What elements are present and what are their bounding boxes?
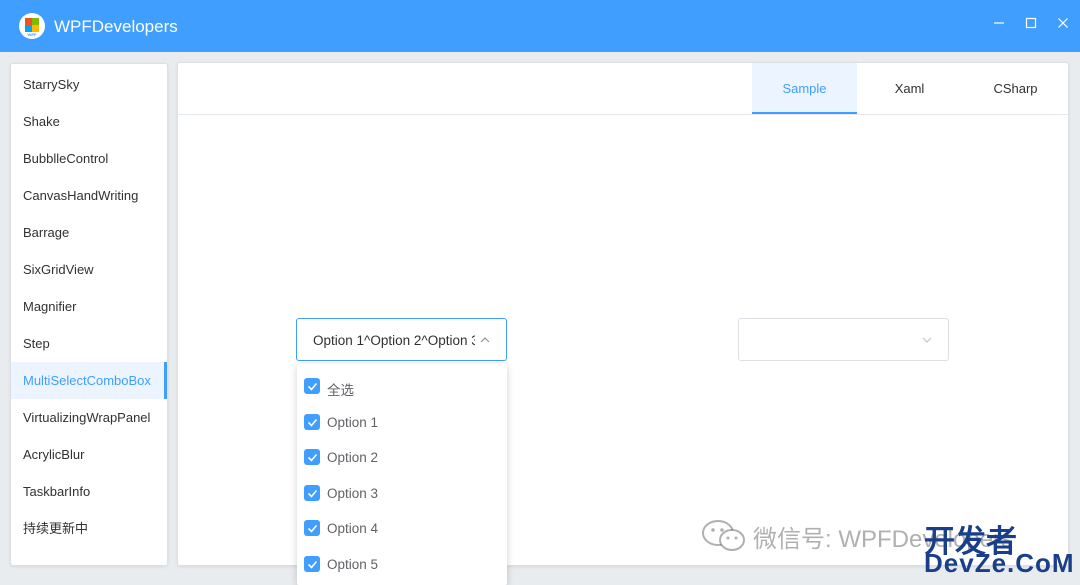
option-label: 全选 — [327, 383, 354, 398]
sidebar-item-step[interactable]: Step — [11, 325, 167, 362]
checkbox[interactable] — [304, 556, 320, 572]
sidebar-item-six-grid-view[interactable]: SixGridView — [11, 251, 167, 288]
sidebar-item-bubblle-control[interactable]: BubblleControl — [11, 140, 167, 177]
option-4[interactable]: Option 4 — [297, 506, 507, 541]
checkbox[interactable] — [304, 449, 320, 465]
chevron-down-icon — [922, 337, 932, 343]
wechat-icon — [702, 520, 745, 551]
multi-select-combo-box-2[interactable] — [738, 318, 949, 361]
option-1[interactable]: Option 1 — [297, 400, 507, 435]
sidebar-item-taskbar-info[interactable]: TaskbarInfo — [11, 473, 167, 510]
sidebar-item-updating[interactable]: 持续更新中 — [11, 510, 167, 547]
sidebar-item-multi-select-combo-box[interactable]: MultiSelectComboBox — [11, 362, 167, 399]
option-label: Option 4 — [327, 521, 379, 536]
sidebar-item-canvas-hand-writing[interactable]: CanvasHandWriting — [11, 177, 167, 214]
option-label: Option 3 — [327, 486, 379, 501]
title-bar[interactable]: WPF WPFDevelopers — [0, 0, 1080, 52]
close-icon — [1058, 18, 1068, 28]
checkmark-icon — [307, 524, 317, 533]
wpf-logo-icon: WPF — [19, 13, 45, 39]
maximize-icon — [1025, 17, 1037, 29]
sidebar-item-shake[interactable]: Shake — [11, 103, 167, 140]
checkbox[interactable] — [304, 414, 320, 430]
checkbox[interactable] — [304, 485, 320, 501]
chevron-up-icon — [480, 337, 490, 343]
logo-text: WPF — [27, 32, 37, 37]
checkbox[interactable] — [304, 520, 320, 536]
multi-select-combo-box-1[interactable]: Option 1^Option 2^Option 3^Option 4^Opti… — [296, 318, 507, 361]
sidebar-item-barrage[interactable]: Barrage — [11, 214, 167, 251]
checkmark-icon — [307, 382, 317, 391]
option-3[interactable]: Option 3 — [297, 471, 507, 506]
combo-dropdown-list: 全选 Option 1 Option 2 Option 3 Option 4 O… — [297, 364, 507, 585]
checkbox[interactable] — [304, 378, 320, 394]
minimize-button[interactable] — [989, 13, 1009, 33]
sidebar-item-starrysky[interactable]: StarrySky — [11, 66, 167, 103]
window-title: WPFDevelopers — [54, 17, 178, 36]
option-label: Option 5 — [327, 557, 379, 572]
checkmark-icon — [307, 418, 317, 427]
tab-bar: Sample Xaml CSharp — [178, 63, 1068, 115]
checkmark-icon — [307, 560, 317, 569]
maximize-button[interactable] — [1021, 13, 1041, 33]
option-5[interactable]: Option 5 — [297, 542, 507, 577]
tab-csharp[interactable]: CSharp — [963, 63, 1068, 114]
tab-sample[interactable]: Sample — [752, 63, 857, 114]
option-select-all[interactable]: 全选 — [297, 364, 507, 399]
checkmark-icon — [307, 453, 317, 462]
sidebar-item-virtualizing-wrap-panel[interactable]: VirtualizingWrapPanel — [11, 399, 167, 436]
option-label: Option 1 — [327, 415, 379, 430]
watermark-logo-bottom: DevZe.CoM — [924, 548, 1075, 578]
close-button[interactable] — [1053, 13, 1073, 33]
minimize-icon — [994, 22, 1004, 24]
option-2[interactable]: Option 2 — [297, 435, 507, 470]
option-label: Option 2 — [327, 450, 379, 465]
tab-xaml[interactable]: Xaml — [857, 63, 962, 114]
sidebar-item-acrylic-blur[interactable]: AcrylicBlur — [11, 436, 167, 473]
combo-selected-text: Option 1^Option 2^Option 3^Option 4^Opti… — [313, 333, 475, 348]
sidebar-nav: StarrySky Shake BubblleControl CanvasHan… — [10, 63, 168, 566]
sidebar-item-magnifier[interactable]: Magnifier — [11, 288, 167, 325]
checkmark-icon — [307, 489, 317, 498]
